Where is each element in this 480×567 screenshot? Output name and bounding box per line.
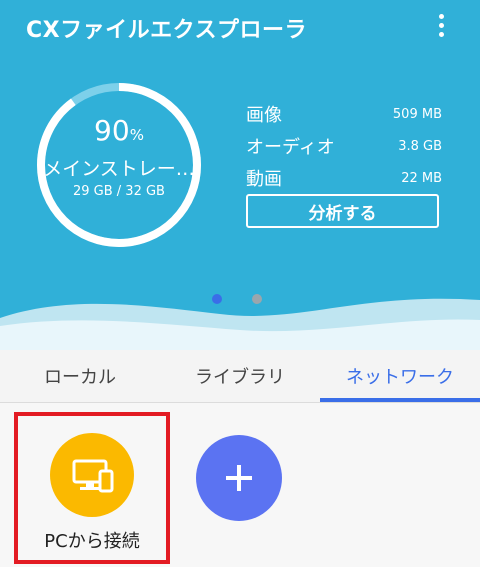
tab-library[interactable]: ライブラリ: [160, 350, 320, 402]
storage-summary[interactable]: 90% メインストレー… 29 GB / 32 GB: [34, 80, 204, 250]
stat-row-audio: オーディオ 3.8 GB: [246, 130, 442, 162]
storage-size: 29 GB / 32 GB: [73, 184, 165, 199]
storage-header: CXファイルエクスプローラ 90% メインストレー… 29 GB / 32 GB…: [0, 0, 480, 350]
stat-label: 画像: [246, 105, 282, 126]
app-title: CXファイルエクスプローラ: [26, 18, 307, 43]
highlight-box: [14, 412, 170, 564]
tab-bar: ローカル ライブラリ ネットワーク: [0, 350, 480, 402]
analyze-button[interactable]: 分析する: [246, 194, 439, 228]
storage-breakdown: 画像 509 MB オーディオ 3.8 GB 動画 22 MB: [246, 98, 442, 194]
stat-label: オーディオ: [246, 137, 335, 158]
tab-network[interactable]: ネットワーク: [320, 350, 480, 402]
page-indicator: [212, 294, 272, 304]
stat-row-images: 画像 509 MB: [246, 98, 442, 130]
page-dot-active[interactable]: [212, 294, 222, 304]
more-vert-icon[interactable]: [436, 14, 446, 44]
stat-row-video: 動画 22 MB: [246, 162, 442, 194]
tab-local[interactable]: ローカル: [0, 350, 160, 402]
add-connection-button[interactable]: [196, 435, 282, 521]
stat-label: 動画: [246, 169, 282, 190]
plus-icon: [226, 465, 252, 491]
storage-name: メインストレー…: [43, 158, 195, 180]
stat-value: 509 MB: [392, 106, 442, 122]
stat-value: 22 MB: [401, 170, 442, 186]
wave-decoration: [0, 298, 480, 350]
storage-percent: 90%: [94, 114, 144, 147]
stat-value: 3.8 GB: [398, 138, 442, 154]
page-dot[interactable]: [252, 294, 262, 304]
